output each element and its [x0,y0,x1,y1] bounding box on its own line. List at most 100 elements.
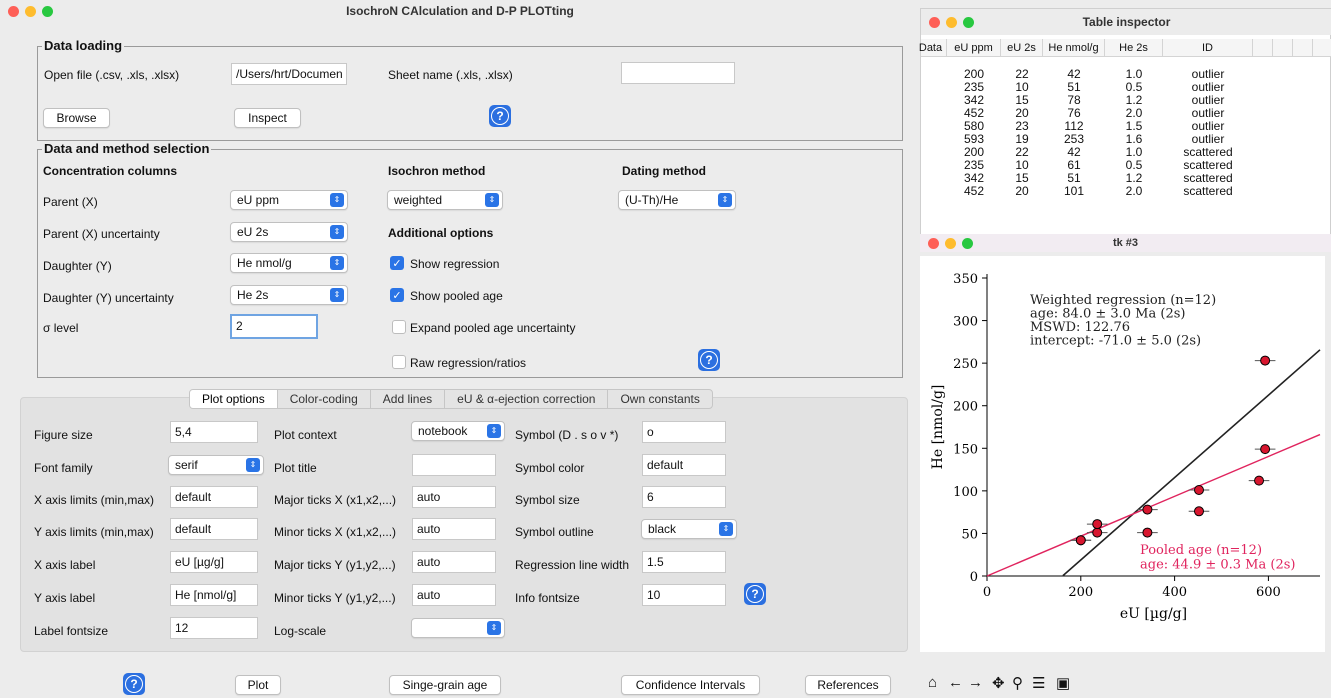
symbol-input[interactable]: o [642,421,726,443]
confidence-intervals-button[interactable]: Confidence Intervals [621,675,760,695]
plot-context-select[interactable]: notebook ⇕ [411,421,505,441]
table-row[interactable]: 593 19 253 1.6 outlier [921,132,1331,146]
window-controls[interactable] [928,238,973,249]
help-icon[interactable]: ? [489,105,511,127]
symbol-size-input[interactable]: 6 [642,486,726,508]
regression-info-text: intercept: -71.0 ± 5.0 (2s) [1030,334,1201,349]
help-icon[interactable]: ? [744,583,766,605]
zoom-window-button[interactable] [962,238,973,249]
table-cell: outlier [1191,132,1225,146]
updown-icon: ⇕ [487,621,501,635]
back-icon[interactable]: ← [948,674,963,691]
window-controls[interactable] [8,6,53,17]
figure-size-input[interactable]: 5,4 [170,421,258,443]
open-file-input[interactable]: /Users/hrt/Documen [231,63,347,85]
font-family-select[interactable]: serif ⇕ [168,455,264,475]
minimize-window-button[interactable] [25,6,36,17]
daughter-y-unc-select[interactable]: He 2s ⇕ [230,285,348,305]
column-header [1273,39,1293,57]
tab-add-lines[interactable]: Add lines [371,390,446,408]
show-pooled-age-checkbox[interactable]: ✓ [390,288,404,302]
close-window-button[interactable] [928,238,939,249]
tab-own-constants[interactable]: Own constants [608,390,711,408]
table-cell: 10 [1015,158,1029,172]
y-axis-label-input[interactable]: He [nmol/g] [170,584,258,606]
browse-button[interactable]: Browse [43,108,110,128]
table-cell: 2.0 [1125,184,1143,198]
minor-ticks-y-input[interactable]: auto [412,584,496,606]
table-cell: 1.2 [1125,171,1143,185]
column-header[interactable]: Data [915,39,947,57]
table-row[interactable]: 200 22 42 1.0 scattered [921,145,1331,159]
minor-ticks-y-label: Minor ticks Y (y1,y2,...) [274,591,396,605]
daughter-y-unc-value: He 2s [237,288,269,302]
sigma-level-input[interactable]: 2 [230,314,318,339]
references-button[interactable]: References [805,675,891,695]
major-ticks-y-input[interactable]: auto [412,551,496,573]
zoom-window-button[interactable] [963,17,974,28]
label-fontsize-input[interactable]: 12 [170,617,258,639]
isochron-method-select[interactable]: weighted ⇕ [387,190,503,210]
zoom-window-button[interactable] [42,6,53,17]
column-header[interactable]: He nmol/g [1043,39,1105,57]
info-fontsize-input[interactable]: 10 [642,584,726,606]
table-row[interactable]: 342 15 78 1.2 outlier [921,93,1331,107]
isochron-plot[interactable]: 0 200 400 600 0 50 100 150 200 250 300 350 eU [µg/g]… [920,256,1325,652]
table-row[interactable]: 235 10 51 0.5 outlier [921,80,1331,94]
window-controls[interactable] [929,17,974,28]
pan-icon[interactable]: ✥ [992,674,1005,692]
x-axis-label-input[interactable]: eU [µg/g] [170,551,258,573]
dating-method-select[interactable]: (U-Th)/He ⇕ [618,190,736,210]
close-window-button[interactable] [8,6,19,17]
y-axis-limits-input[interactable]: default [170,518,258,540]
table-row[interactable]: 452 20 76 2.0 outlier [921,106,1331,120]
column-header[interactable]: ID [1163,39,1253,57]
help-icon[interactable]: ? [123,673,145,695]
table-row[interactable]: 342 15 51 1.2 scattered [921,171,1331,185]
column-header[interactable]: He 2s [1105,39,1163,57]
single-grain-age-button[interactable]: Singe-grain age [389,675,501,695]
table-row[interactable]: 452 20 101 2.0 scattered [921,184,1331,198]
forward-icon[interactable]: → [968,674,983,691]
minimize-window-button[interactable] [946,17,957,28]
sheet-name-input[interactable] [621,62,735,84]
tab-plot-options[interactable]: Plot options [190,390,278,408]
regression-line-width-label: Regression line width [515,558,630,572]
parent-x-select[interactable]: eU ppm ⇕ [230,190,348,210]
y-tick-label: 150 [953,442,978,457]
table-cell: 20 [1015,184,1029,198]
daughter-y-select[interactable]: He nmol/g ⇕ [230,253,348,273]
x-axis-limits-input[interactable]: default [170,486,258,508]
log-scale-select[interactable]: ⇕ [411,618,505,638]
close-window-button[interactable] [929,17,940,28]
expand-pooled-checkbox[interactable] [392,320,406,334]
minor-ticks-x-input[interactable]: auto [412,518,496,540]
table-cell: 76 [1067,106,1081,120]
symbol-color-input[interactable]: default [642,454,726,476]
inspect-button[interactable]: Inspect [234,108,301,128]
major-ticks-x-input[interactable]: auto [412,486,496,508]
show-regression-checkbox[interactable]: ✓ [390,256,404,270]
plot-button[interactable]: Plot [235,675,281,695]
table-row[interactable]: 580 23 112 1.5 outlier [921,119,1331,133]
table-inspector-titlebar: Table inspector [921,9,1331,35]
column-header[interactable]: eU 2s [1001,39,1043,57]
symbol-outline-select[interactable]: black ⇕ [641,519,737,539]
home-icon[interactable]: ⌂ [928,674,937,691]
table-row[interactable]: 235 10 61 0.5 scattered [921,158,1331,172]
minimize-window-button[interactable] [945,238,956,249]
column-header[interactable]: eU ppm [947,39,1001,57]
regression-line-width-input[interactable]: 1.5 [642,551,726,573]
isochron-header: Isochron method [388,164,486,178]
zoom-icon[interactable]: ⚲ [1012,674,1023,692]
save-icon[interactable]: ▣ [1056,674,1070,692]
tab-color-coding[interactable]: Color-coding [278,390,371,408]
tab-eu-alpha-correction[interactable]: eU & α-ejection correction [445,390,609,408]
configure-icon[interactable]: ☰ [1032,674,1045,692]
plot-context-value: notebook [418,424,468,438]
plot-title-input[interactable] [412,454,496,476]
parent-x-unc-select[interactable]: eU 2s ⇕ [230,222,348,242]
raw-regression-checkbox[interactable] [392,355,406,369]
table-row[interactable]: 200 22 42 1.0 outlier [921,67,1331,81]
help-icon[interactable]: ? [698,349,720,371]
